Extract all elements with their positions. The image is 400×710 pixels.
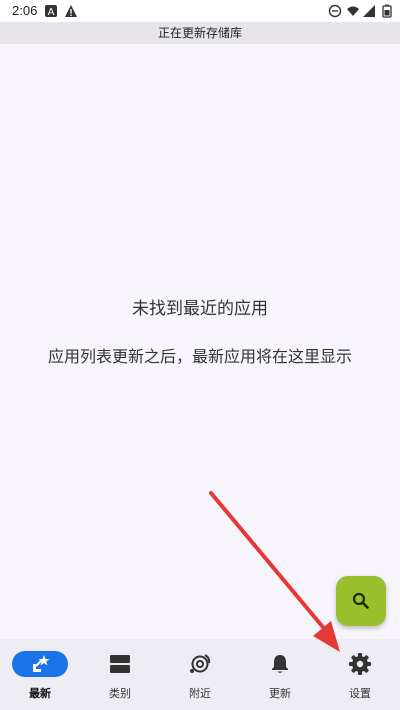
battery-icon	[382, 4, 392, 18]
nav-icon-container	[172, 651, 228, 677]
nav-item-settings[interactable]: 设置	[320, 639, 400, 710]
nearby-icon	[190, 654, 211, 673]
gear-icon	[349, 653, 371, 675]
status-time: 2:06	[12, 3, 38, 18]
nav-item-latest[interactable]: 最新	[0, 639, 80, 710]
dnd-icon	[328, 4, 342, 18]
bottom-navigation: 最新 类别 附近 更新 设置	[0, 639, 400, 710]
empty-state-title: 未找到最近的应用	[132, 299, 268, 319]
search-fab-button[interactable]	[336, 576, 386, 626]
svg-text:A: A	[48, 7, 55, 18]
nav-active-indicator	[12, 651, 68, 677]
wifi-icon	[347, 6, 359, 16]
nav-label-categories: 类别	[109, 687, 131, 700]
signal-icon	[363, 5, 375, 17]
nav-item-nearby[interactable]: 附近	[160, 639, 240, 710]
a-app-icon: A	[45, 5, 57, 18]
search-icon	[352, 592, 369, 609]
bell-icon	[272, 655, 288, 673]
nav-icon-container	[332, 651, 388, 677]
warning-icon	[65, 5, 77, 17]
latest-star-icon	[33, 655, 50, 672]
nav-label-updates: 更新	[269, 687, 291, 700]
updating-repositories-banner: 正在更新存储库	[0, 22, 400, 44]
nav-icon-container	[252, 651, 308, 677]
nav-label-settings: 设置	[349, 687, 371, 700]
red-arrow-shaft	[209, 491, 329, 634]
nav-icon-container	[92, 651, 148, 677]
nav-label-latest: 最新	[29, 687, 51, 700]
nav-item-updates[interactable]: 更新	[240, 639, 320, 710]
nav-label-nearby: 附近	[189, 687, 211, 700]
categories-icon	[110, 655, 130, 673]
nav-item-categories[interactable]: 类别	[80, 639, 160, 710]
status-bar: 2:06 A	[0, 0, 400, 22]
empty-state-description: 应用列表更新之后，最新应用将在这里显示	[47, 347, 352, 366]
